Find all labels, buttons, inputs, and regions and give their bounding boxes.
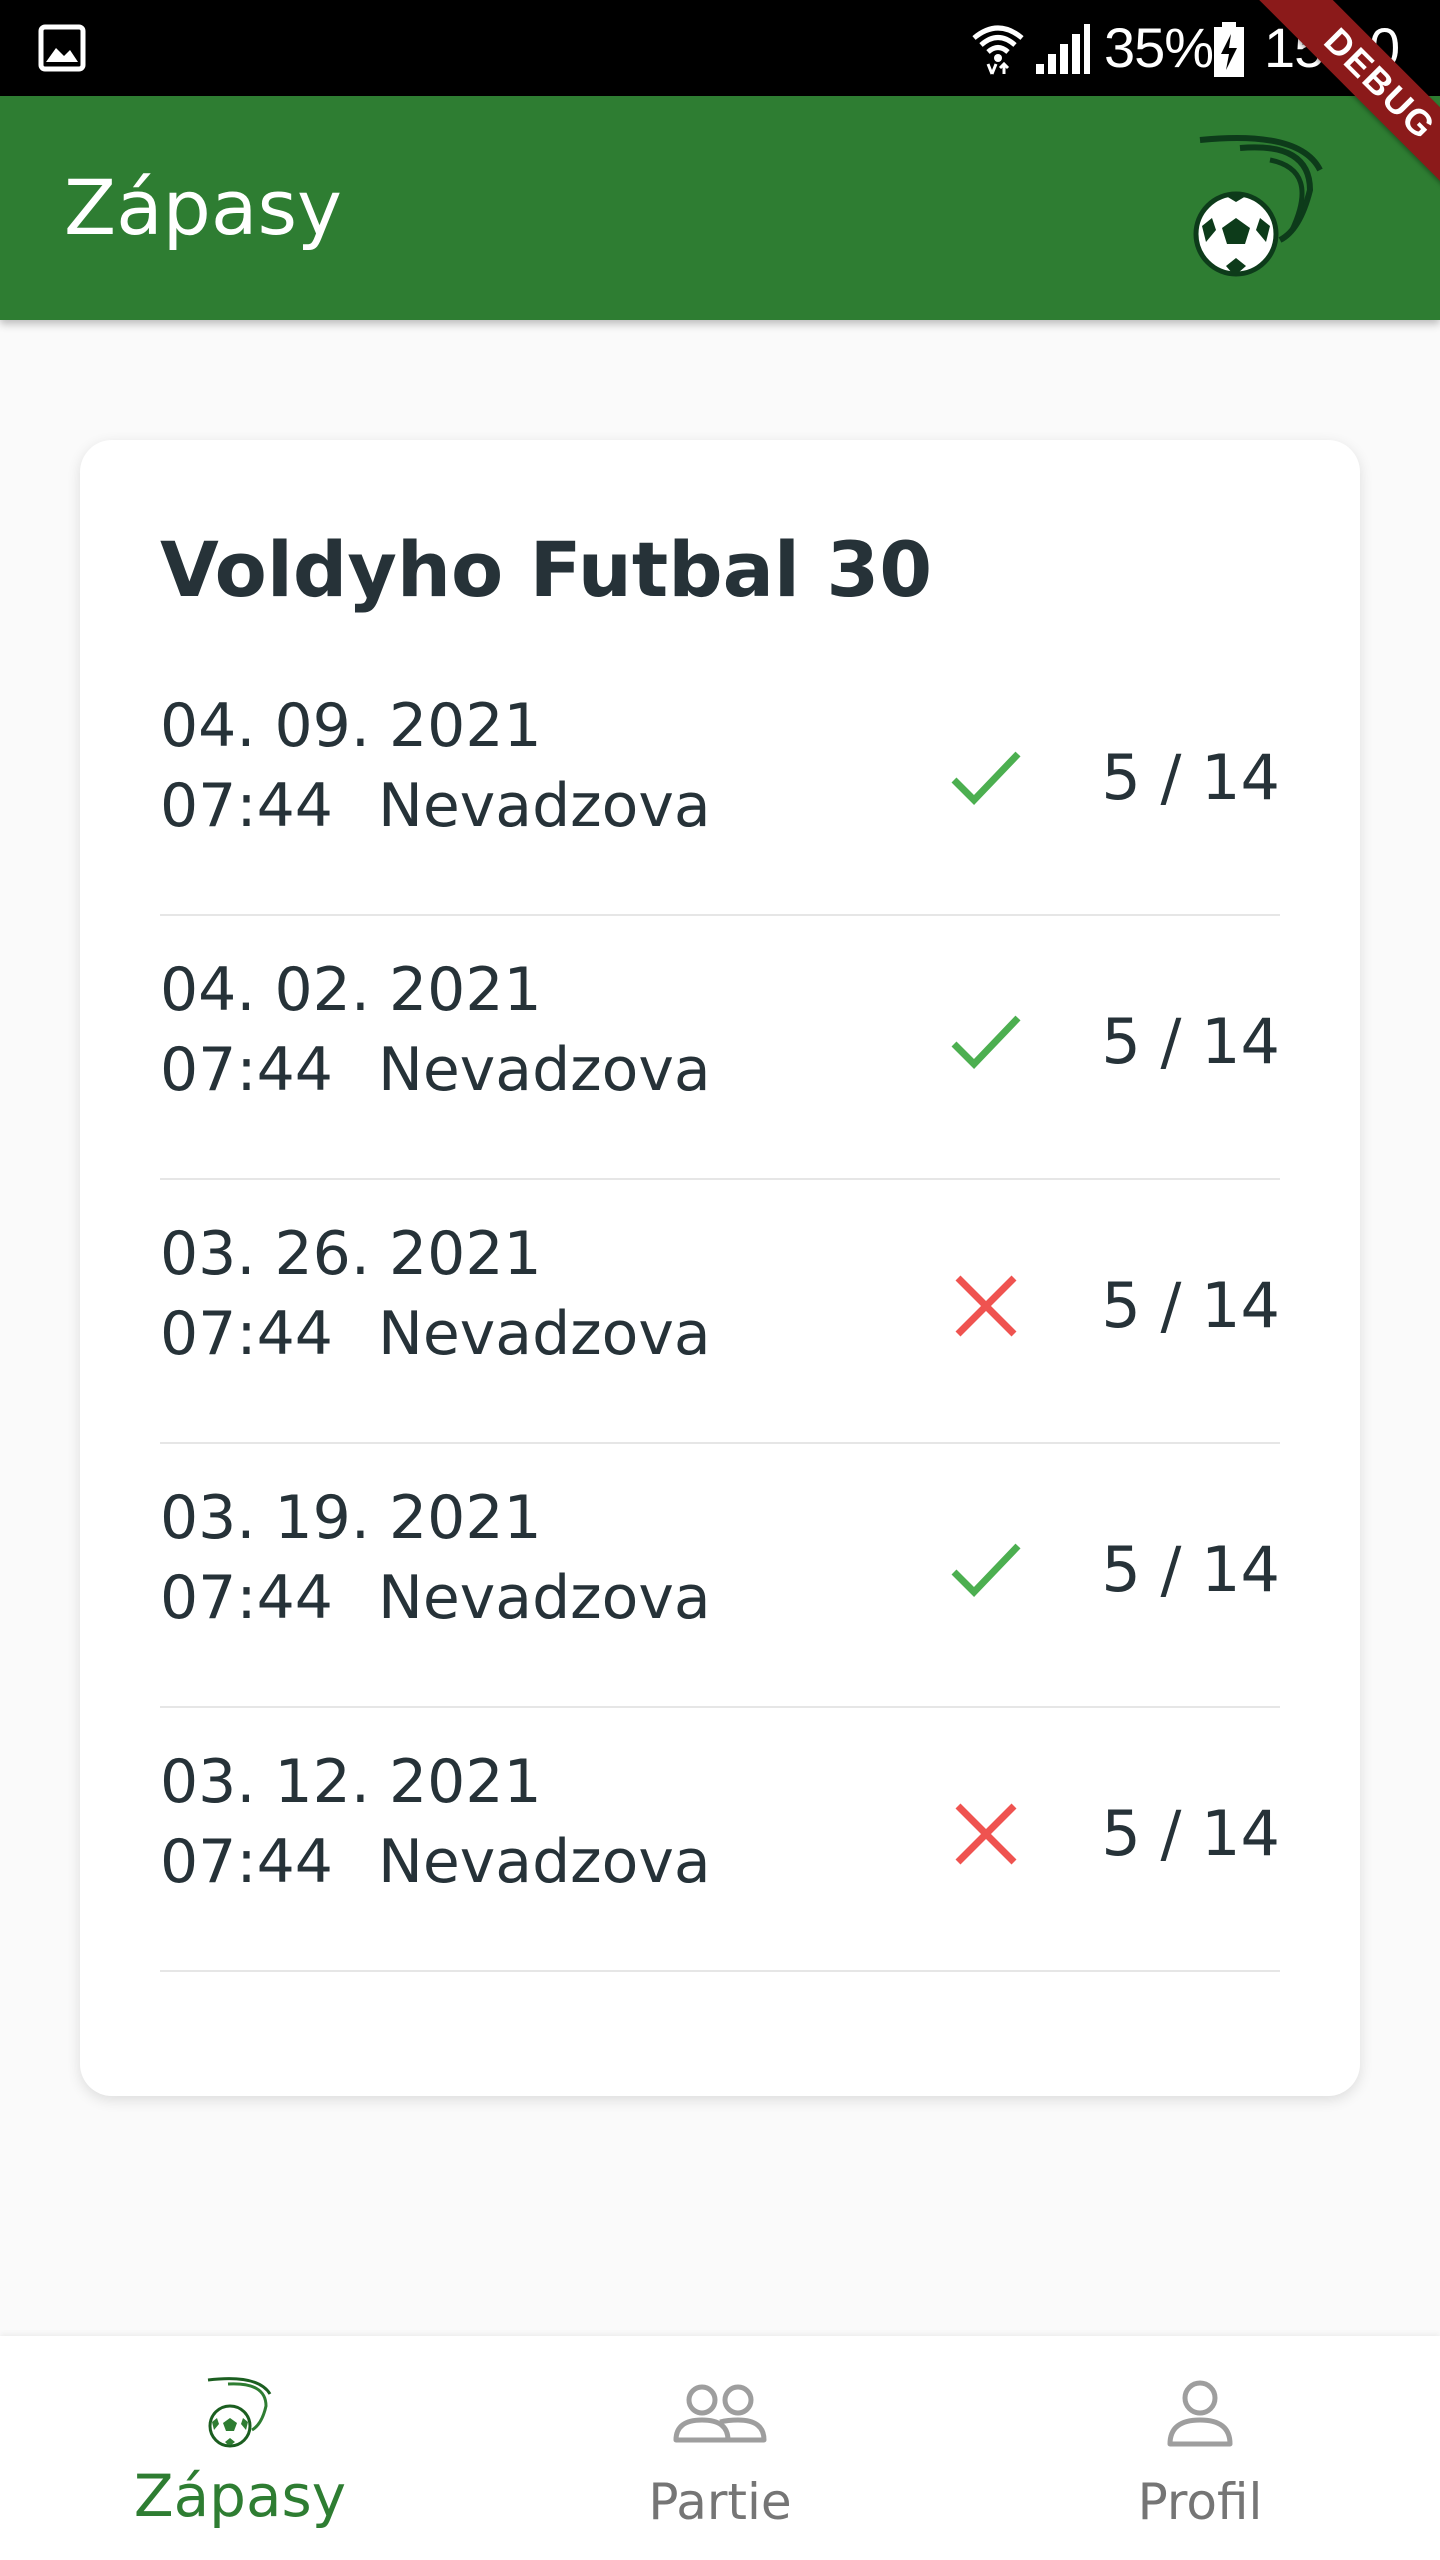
match-row[interactable]: 03. 26. 2021 07:44 Nevadzova 5 / 14: [160, 1180, 1280, 1444]
match-date: 03. 19. 2021: [160, 1483, 542, 1553]
app-bar: Zápasy: [0, 96, 1440, 320]
status-bar: 35% 15:10: [0, 0, 1440, 96]
cross-icon: [955, 1803, 1017, 1865]
nav-item-partie[interactable]: Partie: [480, 2336, 960, 2560]
match-date: 03. 26. 2021: [160, 1219, 542, 1289]
match-player-count: 5 / 14: [1101, 1005, 1280, 1078]
match-date: 04. 02. 2021: [160, 955, 542, 1025]
card-title: Voldyho Futbal 30: [160, 525, 933, 614]
nav-item-zapasy[interactable]: Zápasy: [0, 2336, 480, 2560]
person-icon: [1167, 2380, 1233, 2447]
soccer-ball-logo-icon: [1193, 135, 1323, 277]
nav-label: Zápasy: [133, 2462, 347, 2530]
match-row[interactable]: 03. 12. 2021 07:44 Nevadzova 5 / 14: [160, 1708, 1280, 1972]
gallery-icon: [38, 24, 86, 72]
match-time: 07:44: [160, 1563, 333, 1633]
matches-card: Voldyho Futbal 30 04. 09. 2021 07:44 Nev…: [80, 440, 1360, 2096]
cross-icon: [955, 1275, 1017, 1337]
page-title: Zápasy: [64, 163, 343, 252]
match-time: 07:44: [160, 1035, 333, 1105]
match-row[interactable]: 04. 02. 2021 07:44 Nevadzova 5 / 14: [160, 916, 1280, 1180]
bottom-navigation: Zápasy Partie Profil: [0, 2336, 1440, 2560]
nav-label: Profil: [1137, 2473, 1263, 2531]
match-time: 07:44: [160, 1827, 333, 1897]
match-player-count: 5 / 14: [1101, 1797, 1280, 1870]
check-icon: [951, 1543, 1021, 1598]
nav-item-profil[interactable]: Profil: [960, 2336, 1440, 2560]
people-icon: [673, 2384, 767, 2443]
battery-charging-icon: [1214, 22, 1244, 77]
match-row[interactable]: 03. 19. 2021 07:44 Nevadzova 5 / 14: [160, 1444, 1280, 1708]
match-location: Nevadzova: [378, 1035, 711, 1105]
match-date: 03. 12. 2021: [160, 1747, 542, 1817]
match-list: 04. 09. 2021 07:44 Nevadzova 5 / 14 04. …: [160, 652, 1280, 1972]
check-icon: [951, 1015, 1021, 1070]
match-location: Nevadzova: [378, 1563, 711, 1633]
nav-label: Partie: [648, 2473, 792, 2531]
check-icon: [951, 751, 1021, 806]
battery-percentage: 35%: [1104, 16, 1214, 79]
match-player-count: 5 / 14: [1101, 1269, 1280, 1342]
match-player-count: 5 / 14: [1101, 741, 1280, 814]
match-date: 04. 09. 2021: [160, 691, 542, 761]
signal-icon: [1036, 24, 1090, 74]
match-location: Nevadzova: [378, 1827, 711, 1897]
match-location: Nevadzova: [378, 771, 711, 841]
soccer-ball-icon: [207, 2377, 272, 2448]
wifi-icon: [972, 25, 1024, 75]
match-time: 07:44: [160, 1299, 333, 1369]
match-row[interactable]: 04. 09. 2021 07:44 Nevadzova 5 / 14: [160, 652, 1280, 916]
match-location: Nevadzova: [378, 1299, 711, 1369]
match-player-count: 5 / 14: [1101, 1533, 1280, 1606]
match-time: 07:44: [160, 771, 333, 841]
